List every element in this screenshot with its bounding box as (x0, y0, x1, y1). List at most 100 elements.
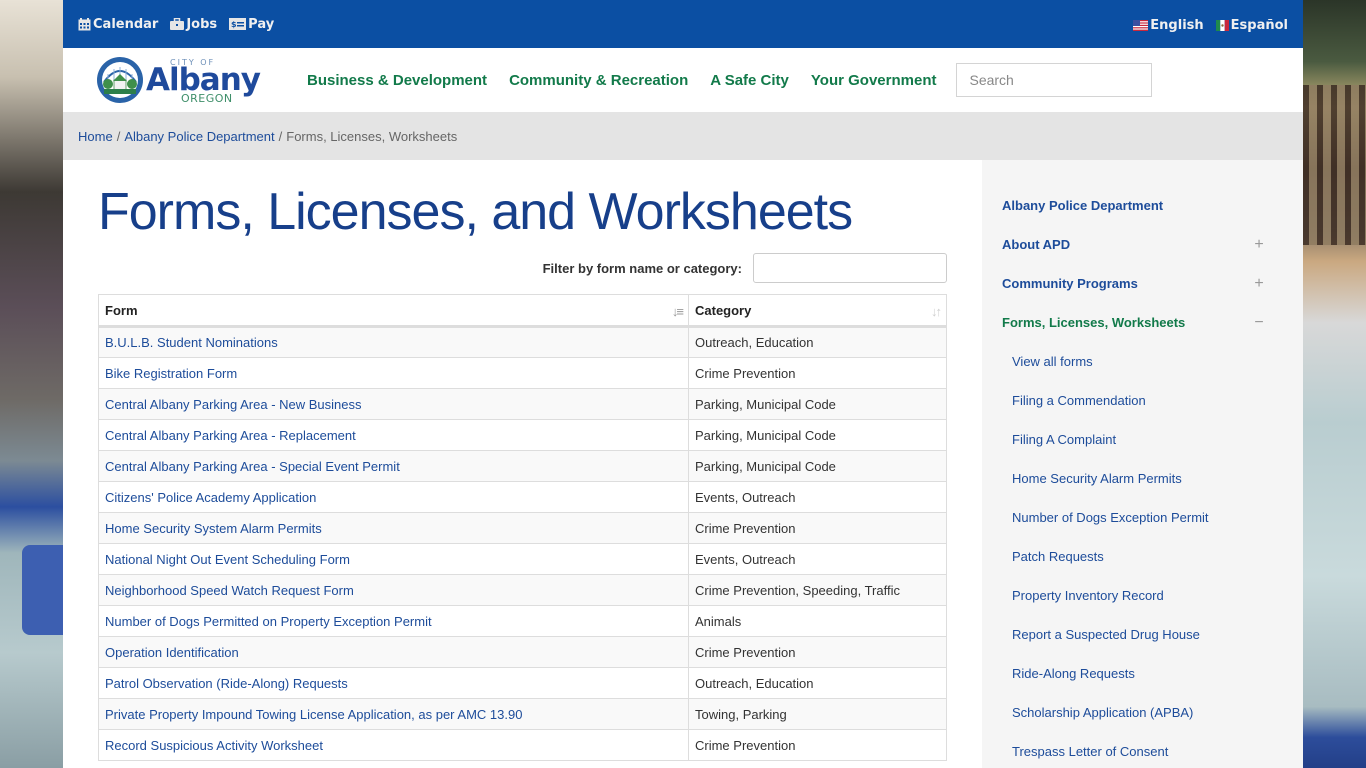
column-header-form[interactable]: Form ↓≡ (98, 294, 689, 329)
forms-table: Form ↓≡ Category ↓↑ B.U.L.B. Student Nom… (98, 294, 947, 762)
category-cell: Towing, Parking (688, 698, 947, 731)
sidebar-subitem[interactable]: Scholarship Application (APBA) (1002, 693, 1283, 732)
sidebar-subitem[interactable]: Home Security Alarm Permits (1002, 459, 1283, 498)
category-cell: Events, Outreach (688, 543, 947, 576)
collapse-minus-icon[interactable]: − (1249, 314, 1269, 332)
espanol-link[interactable]: Español (1215, 17, 1288, 33)
sidebar-subitem[interactable]: Property Inventory Record (1002, 576, 1283, 615)
form-cell: National Night Out Event Scheduling Form (98, 543, 689, 576)
sidebar: Albany Police Department About APD + Com… (982, 160, 1303, 768)
nav-your-government[interactable]: Your Government (811, 72, 937, 89)
form-link[interactable]: Bike Registration Form (105, 366, 237, 381)
category-cell: Crime Prevention (688, 636, 947, 669)
nav-community-recreation[interactable]: Community & Recreation (509, 72, 688, 89)
site-header: CITY OF Albany OREGON Business & Develop… (63, 48, 1303, 112)
svg-text:$: $ (231, 20, 237, 29)
nav-safe-city[interactable]: A Safe City (710, 72, 789, 89)
table-row: Number of Dogs Permitted on Property Exc… (98, 605, 947, 638)
form-link[interactable]: Number of Dogs Permitted on Property Exc… (105, 614, 432, 629)
form-link[interactable]: Central Albany Parking Area - New Busine… (105, 397, 362, 412)
main-nav: Business & Development Community & Recre… (307, 72, 936, 89)
expand-plus-icon[interactable]: + (1249, 275, 1269, 293)
sidebar-item-about-apd[interactable]: About APD + (1002, 225, 1283, 264)
mexico-flag-icon (1215, 19, 1229, 31)
table-row: National Night Out Event Scheduling Form… (98, 543, 947, 576)
form-cell: Patrol Observation (Ride-Along) Requests (98, 667, 689, 700)
form-link[interactable]: B.U.L.B. Student Nominations (105, 335, 278, 350)
pay-link[interactable]: $ Pay (229, 17, 274, 32)
category-cell: Crime Prevention, Speeding, Traffic (688, 574, 947, 607)
sidebar-item-police-department[interactable]: Albany Police Department (1002, 186, 1283, 225)
calendar-link[interactable]: Calendar (78, 17, 158, 32)
form-link[interactable]: National Night Out Event Scheduling Form (105, 552, 350, 567)
briefcase-icon (170, 18, 185, 30)
page-title: Forms, Licenses, and Worksheets (98, 183, 853, 241)
form-link[interactable]: Central Albany Parking Area - Replacemen… (105, 428, 356, 443)
city-logo[interactable]: CITY OF Albany OREGON (96, 56, 296, 105)
pay-label: Pay (248, 16, 275, 32)
form-cell: Neighborhood Speed Watch Request Form (98, 574, 689, 607)
form-cell: Operation Identification (98, 636, 689, 669)
table-row: Record Suspicious Activity Worksheet Crim… (98, 729, 947, 762)
jobs-link[interactable]: Jobs (170, 17, 217, 32)
column-header-form-label: Form (105, 302, 138, 318)
form-link[interactable]: Record Suspicious Activity Worksheet (105, 738, 323, 753)
background-photo-left (0, 0, 63, 768)
nav-business-development[interactable]: Business & Development (307, 72, 487, 89)
table-row: Home Security System Alarm Permits Crime … (98, 512, 947, 545)
category-cell: Crime Prevention (688, 729, 947, 762)
table-row: Private Property Impound Towing License … (98, 698, 947, 731)
sort-unsorted-icon[interactable]: ↓↑ (931, 304, 942, 319)
form-link[interactable]: Patrol Observation (Ride-Along) Requests (105, 676, 348, 691)
sidebar-item-community-programs[interactable]: Community Programs + (1002, 264, 1283, 303)
form-link[interactable]: Operation Identification (105, 645, 239, 660)
column-header-category[interactable]: Category ↓↑ (688, 294, 947, 329)
table-body: B.U.L.B. Student Nominations Outreach, Ed… (98, 326, 947, 762)
search-input[interactable] (956, 63, 1153, 97)
sidebar-subitem[interactable]: Patch Requests (1002, 537, 1283, 576)
category-cell: Outreach, Education (688, 326, 947, 359)
content-area: Forms, Licenses, and Worksheets Filter b… (63, 160, 1303, 768)
form-link[interactable]: Neighborhood Speed Watch Request Form (105, 583, 354, 598)
breadcrumb-separator: / (116, 128, 121, 144)
sidebar-subitem[interactable]: Ride-Along Requests (1002, 654, 1283, 693)
english-link[interactable]: English (1133, 18, 1204, 33)
sidebar-item-label: About APD (1002, 237, 1071, 252)
form-cell: Central Albany Parking Area - Replacemen… (98, 419, 689, 452)
form-cell: Bike Registration Form (98, 357, 689, 390)
form-link[interactable]: Home Security System Alarm Permits (105, 521, 322, 536)
sidebar-item-label: Community Programs (1002, 276, 1138, 291)
table-row: Neighborhood Speed Watch Request Form Cri… (98, 574, 947, 607)
us-flag-icon (1133, 19, 1149, 31)
category-cell: Animals (688, 605, 947, 638)
breadcrumb-separator: / (278, 128, 283, 144)
breadcrumb: Home / Albany Police Department / Forms,… (63, 112, 1303, 160)
sidebar-subitem[interactable]: Trespass Letter of Consent (1002, 732, 1283, 768)
bill-icon: $ (229, 18, 247, 30)
expand-plus-icon[interactable]: + (1249, 236, 1269, 254)
form-cell: Home Security System Alarm Permits (98, 512, 689, 545)
espanol-label: Español (1230, 17, 1288, 33)
sidebar-item-forms-licenses-worksheets[interactable]: Forms, Licenses, Worksheets − (1002, 303, 1283, 342)
sidebar-subitem[interactable]: Filing A Complaint (1002, 420, 1283, 459)
table-row: Central Albany Parking Area - Special Ev… (98, 450, 947, 483)
form-link[interactable]: Private Property Impound Towing License … (105, 707, 522, 722)
logo-state: OREGON (181, 92, 233, 105)
table-row: Bike Registration Form Crime Prevention (98, 357, 947, 390)
sidebar-subitem[interactable]: Report a Suspected Drug House (1002, 615, 1283, 654)
sidebar-subitem[interactable]: Number of Dogs Exception Permit (1002, 498, 1283, 537)
sidebar-subitem[interactable]: View all forms (1002, 342, 1283, 381)
form-link[interactable]: Central Albany Parking Area - Special Ev… (105, 459, 400, 474)
form-cell: Private Property Impound Towing License … (98, 698, 689, 731)
form-cell: Central Albany Parking Area - Special Ev… (98, 450, 689, 483)
city-seal-icon (97, 57, 143, 103)
calendar-label: Calendar (93, 16, 159, 32)
sort-ascending-icon[interactable]: ↓≡ (672, 304, 684, 319)
breadcrumb-home[interactable]: Home (78, 129, 113, 144)
form-link[interactable]: Citizens' Police Academy Application (105, 490, 316, 505)
form-cell: Record Suspicious Activity Worksheet (98, 729, 689, 762)
utility-bar: Calendar Jobs $ Pay English Español (63, 0, 1303, 48)
filter-input[interactable] (753, 253, 947, 284)
sidebar-subitem[interactable]: Filing a Commendation (1002, 381, 1283, 420)
breadcrumb-police-department[interactable]: Albany Police Department (124, 129, 274, 144)
